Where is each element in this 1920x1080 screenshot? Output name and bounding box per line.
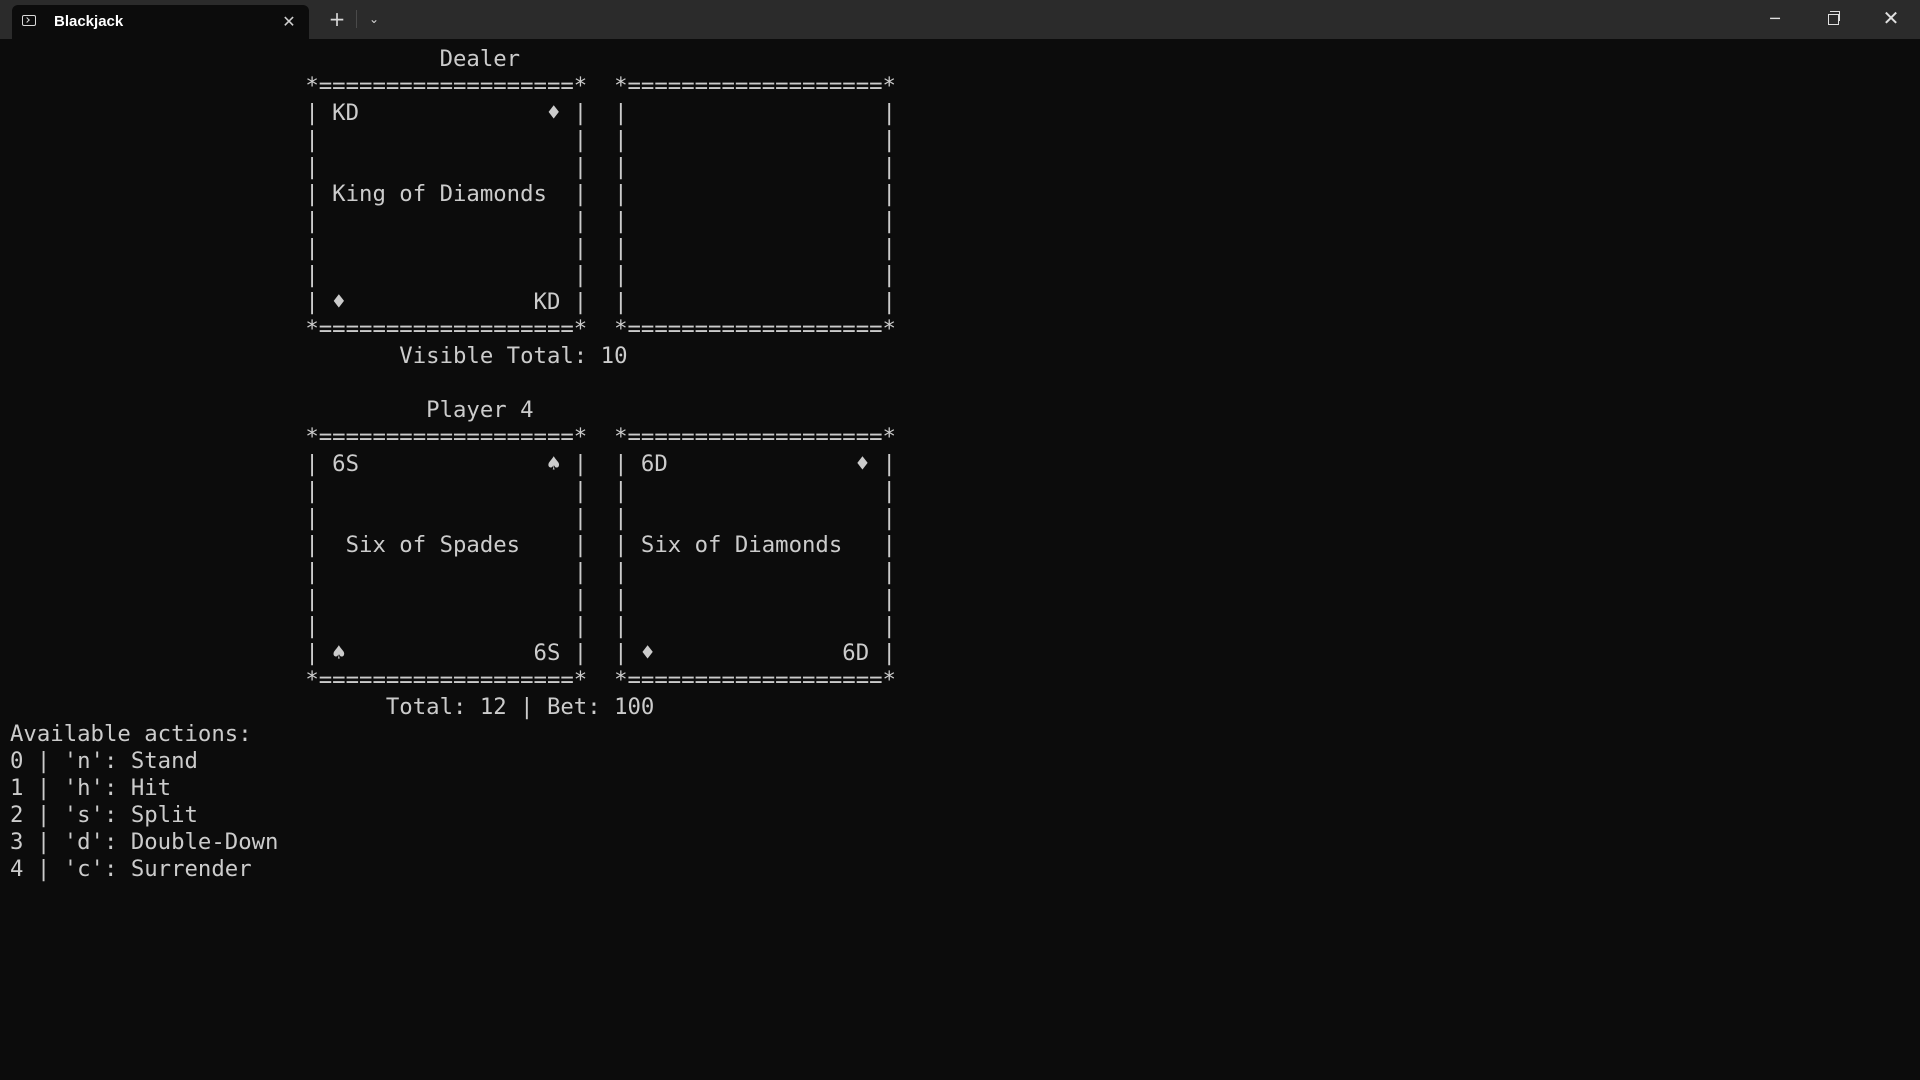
console-line: Visible Total: 10 bbox=[10, 343, 628, 369]
minimize-button[interactable]: ─ bbox=[1746, 0, 1804, 39]
console-line: 1 | 'h': Hit bbox=[10, 775, 172, 801]
console-line: | | | | bbox=[10, 154, 896, 180]
restore-icon bbox=[1828, 11, 1840, 25]
chevron-down-icon[interactable]: ⌄ bbox=[360, 5, 388, 33]
title-bar: Blackjack ✕ + ⌄ ─ ✕ bbox=[0, 0, 1920, 39]
console-line: Dealer bbox=[10, 46, 521, 72]
console-line: *===================* *=================… bbox=[10, 73, 896, 99]
console-line: *===================* *=================… bbox=[10, 424, 896, 450]
console-line: Available actions: bbox=[10, 721, 252, 747]
console-line: | | | | bbox=[10, 127, 896, 153]
console-line: | | | | bbox=[10, 559, 896, 585]
tab-divider bbox=[356, 10, 357, 28]
console-line: | | | | bbox=[10, 505, 896, 531]
console-line: | | | | bbox=[10, 208, 896, 234]
console-line: | | | | bbox=[10, 478, 896, 504]
console-line: | 6S ♠ | | 6D ♦ | bbox=[10, 451, 896, 477]
restore-button[interactable] bbox=[1804, 0, 1862, 39]
console-line: 3 | 'd': Double-Down bbox=[10, 829, 279, 855]
console-line: Player 4 bbox=[10, 397, 534, 423]
terminal-icon bbox=[22, 15, 36, 26]
console-line: *===================* *=================… bbox=[10, 667, 896, 693]
console-line: | | | | bbox=[10, 613, 896, 639]
console-line: | | | | bbox=[10, 235, 896, 261]
new-tab-button[interactable]: + bbox=[323, 5, 351, 33]
console-line: 2 | 's': Split bbox=[10, 802, 198, 828]
console-line: 4 | 'c': Surrender bbox=[10, 856, 252, 882]
tab-title: Blackjack bbox=[54, 13, 124, 30]
close-window-button[interactable]: ✕ bbox=[1862, 0, 1920, 39]
close-tab-icon[interactable]: ✕ bbox=[278, 11, 300, 33]
console-line: Total: 12 | Bet: 100 bbox=[10, 694, 655, 720]
console-line: | ♦ KD | | | bbox=[10, 289, 896, 315]
console-line: | KD ♦ | | | bbox=[10, 100, 896, 126]
console-line: | King of Diamonds | | | bbox=[10, 181, 896, 207]
tab-blackjack[interactable]: Blackjack ✕ bbox=[12, 5, 309, 39]
console-line: | | | | bbox=[10, 262, 896, 288]
console-line: 0 | 'n': Stand bbox=[10, 748, 198, 774]
console-output: Dealer *===================* *==========… bbox=[10, 46, 896, 883]
console-line: | | | | bbox=[10, 586, 896, 612]
console-line: | ♠ 6S | | ♦ 6D | bbox=[10, 640, 896, 666]
console-line: | Six of Spades | | Six of Diamonds | bbox=[10, 532, 896, 558]
console-line: *===================* *=================… bbox=[10, 316, 896, 342]
